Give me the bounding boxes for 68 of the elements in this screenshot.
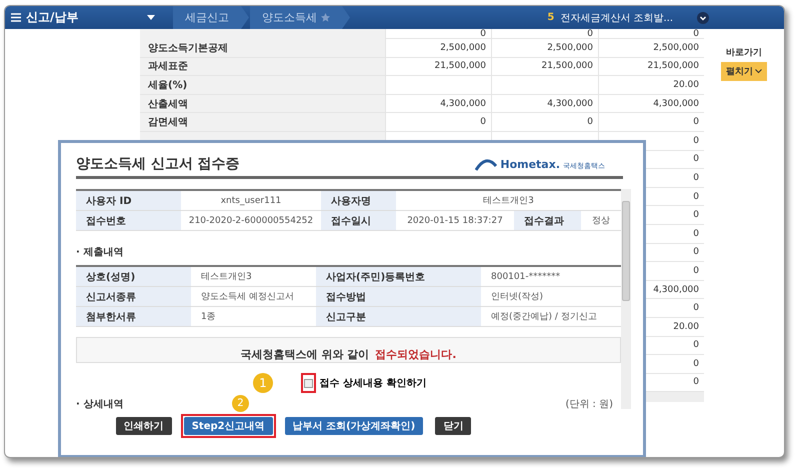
row-label: 산출세액	[140, 94, 385, 112]
table-cell: 0	[598, 113, 704, 131]
table-cell: 20.00	[598, 76, 704, 94]
field-label: 사업자(주민)등록번호	[316, 267, 481, 286]
table-cell: 2,500,000	[385, 39, 491, 57]
section-heading: · 상세내역	[76, 398, 124, 409]
checkbox-label[interactable]: 접수 상세내용 확인하기	[320, 376, 426, 390]
checkbox[interactable]	[304, 378, 313, 388]
field-value: 테스트개인3	[482, 195, 535, 208]
field-label: 신고서종류	[76, 287, 191, 306]
dialog-button[interactable]: 닫기	[435, 417, 472, 435]
field-value: 양도소득세 예정신고서	[200, 291, 295, 304]
field-label: 접수방법	[316, 287, 481, 306]
table-cell: 0	[491, 113, 598, 131]
table-cell: 0	[385, 29, 491, 39]
star-icon[interactable]	[321, 13, 330, 22]
field-value: 인터넷(작성)	[490, 291, 544, 304]
table-cell: 4,300,000	[385, 94, 491, 112]
dialog-button[interactable]: Step2신고내역	[184, 417, 273, 435]
table-cell: 2,500,000	[491, 39, 598, 57]
breadcrumb-label[interactable]: 세금신고	[185, 10, 229, 25]
message-text: 국세청홈택스에 위와 같이	[240, 347, 370, 362]
dialog-title: 양도소득세 신고서 접수증	[76, 154, 240, 172]
breadcrumb-label[interactable]: 양도소득세	[262, 10, 317, 25]
row-label: 세율(%)	[140, 76, 385, 94]
dialog-button[interactable]: 인쇄하기	[116, 417, 172, 435]
table-cell: 4,300,000	[598, 94, 704, 112]
field-label: 사용자 ID	[76, 191, 181, 210]
chevron-down-icon[interactable]	[697, 12, 709, 24]
table-cell: 4,300,000	[491, 94, 598, 112]
breadcrumb[interactable]: 양도소득세	[250, 6, 350, 29]
menu-icon[interactable]	[11, 13, 21, 22]
field-value: 2020-01-15 18:37:27	[406, 214, 504, 228]
row-label: 감면세액	[140, 113, 385, 131]
shortcut-label: 바로가기	[726, 47, 762, 59]
field-label: 상호(성명)	[76, 267, 191, 286]
table-cell: 2,500,000	[598, 39, 704, 57]
message-highlight: 접수되었습니다.	[375, 347, 456, 362]
section-heading: · 제출내역	[76, 246, 124, 259]
field-value: 800101-*******	[490, 270, 562, 284]
field-value: 1종	[200, 311, 217, 324]
field-value: xnts_user111	[220, 194, 282, 208]
table-cell: 0	[385, 113, 491, 131]
field-label: 사용자명	[321, 191, 396, 210]
field-value: 테스트개인3	[200, 271, 253, 284]
table-cell: 0	[491, 29, 598, 39]
dialog-button[interactable]: 납부서 조회(가상계좌확인)	[284, 417, 424, 435]
field-value: 예정(중간예납) / 정기신고	[490, 311, 598, 324]
breadcrumb[interactable]: 세금신고	[173, 6, 249, 29]
table-cell: 0	[598, 29, 704, 39]
field-value: 210-2020-2-600000554252	[188, 214, 314, 228]
table-cell: 21,500,000	[385, 58, 491, 76]
notice-text[interactable]: 전자세금계산서 조회발...	[560, 10, 673, 24]
dropdown-caret-icon[interactable]	[147, 15, 155, 20]
menu-title[interactable]: 신고/납부	[26, 9, 78, 26]
table-cell: 21,500,000	[491, 58, 598, 76]
unit-note: (단위 : 원)	[565, 398, 613, 409]
field-label: 첨부한서류	[76, 307, 191, 326]
field-label: 접수번호	[76, 211, 181, 230]
row-label: 양도소득기본공제	[140, 39, 385, 57]
field-label: 접수결과	[514, 211, 581, 230]
row-label: 과세표준	[140, 58, 385, 76]
expand-button[interactable]: 펼치기	[721, 62, 767, 81]
table-cell: 21,500,000	[598, 58, 704, 76]
field-label: 접수일시	[321, 211, 396, 230]
notice-count: 5	[547, 12, 554, 23]
chevron-down-icon	[755, 69, 762, 74]
field-label: 신고구분	[316, 307, 481, 326]
